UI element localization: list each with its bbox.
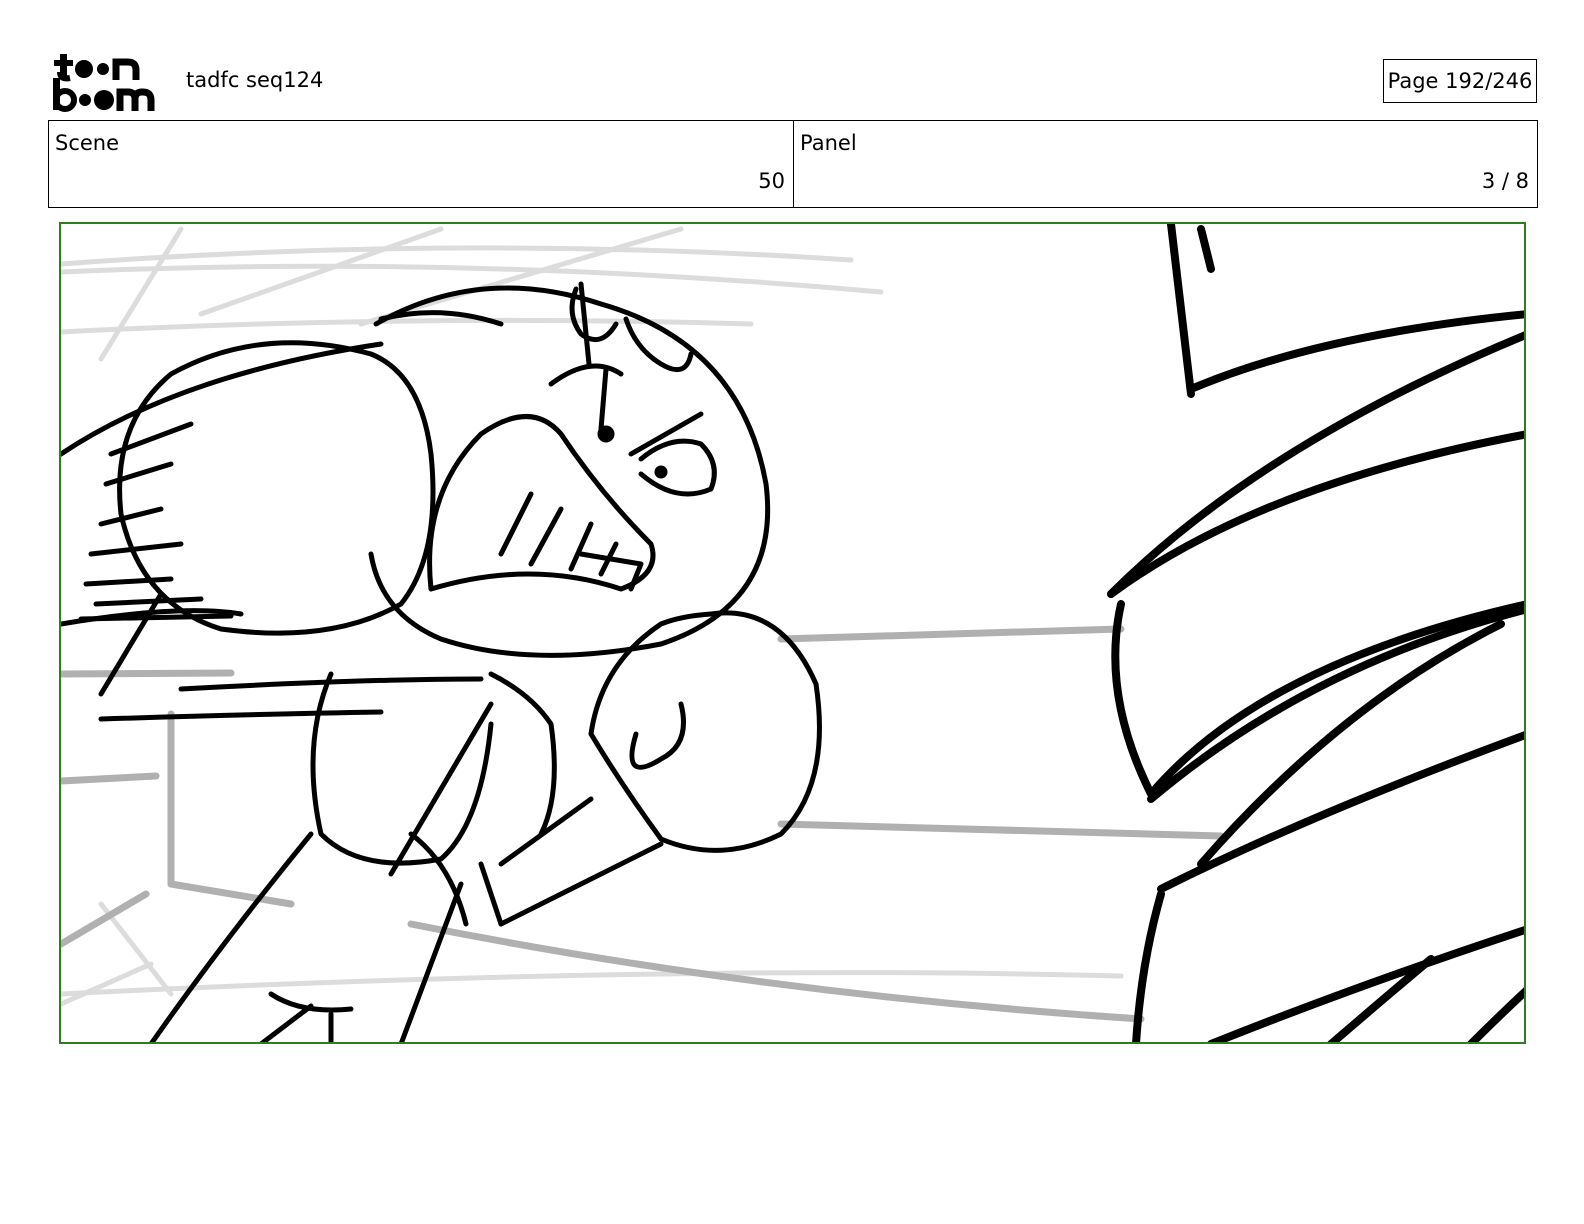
- storyboard-sketch: [61, 224, 1524, 1042]
- toon-boom-logo: [53, 54, 155, 112]
- ring-post-sketch: [1107, 224, 1524, 1042]
- panel-number: 3 / 8: [1481, 169, 1529, 193]
- scene-number: 50: [758, 169, 785, 193]
- scene-label: Scene: [55, 131, 120, 155]
- panel-label: Panel: [800, 131, 857, 155]
- scene-panel-table: Scene 50 Panel 3 / 8: [48, 120, 1538, 208]
- document-title: tadfc seq124: [186, 68, 324, 92]
- panel-cell: Panel 3 / 8: [794, 121, 1537, 207]
- scene-cell: Scene 50: [49, 121, 794, 207]
- storyboard-panel: [59, 222, 1526, 1044]
- page-indicator: Page 192/246: [1383, 59, 1537, 103]
